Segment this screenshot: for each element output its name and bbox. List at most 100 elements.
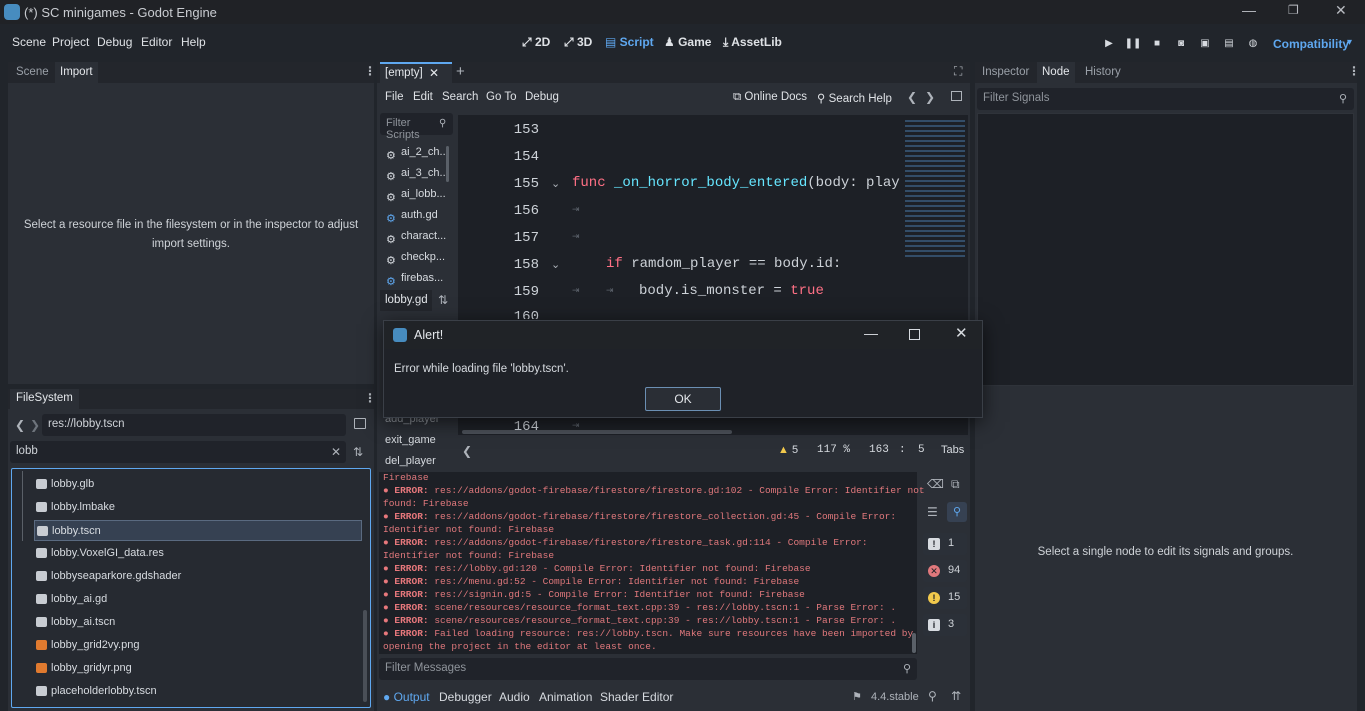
code-minimap[interactable] (905, 120, 965, 260)
script-menu-edit[interactable]: Edit (413, 91, 433, 103)
split-mode-icon[interactable] (354, 418, 366, 429)
file-list-scrollbar[interactable] (363, 610, 367, 702)
bottom-tab-output[interactable]: ● Output (383, 690, 430, 704)
filter-info-toggle[interactable]: ! 1 (923, 533, 967, 555)
bottom-tab-debugger[interactable]: Debugger (439, 690, 492, 704)
script-list-item[interactable]: ⚙ firebas... (383, 268, 449, 289)
back-icon[interactable]: ❮ (15, 418, 25, 432)
expand-panel-icon[interactable]: ⇈ (951, 689, 961, 703)
menu-debug[interactable]: Debug (97, 35, 132, 49)
ok-button[interactable]: OK (645, 387, 721, 411)
file-item[interactable]: lobby.VoxelGI_data.res (34, 543, 362, 564)
file-item[interactable]: lobbyseaparkore.gdshader (34, 566, 362, 587)
pin-icon[interactable]: ⚲ (928, 689, 937, 703)
fullscreen-icon[interactable]: ⛶ (954, 64, 962, 79)
dialog-minimize-icon[interactable]: — (864, 325, 878, 341)
file-item[interactable]: lobby_grid2vy.png (34, 635, 362, 656)
clear-output-icon[interactable]: ⌫ (927, 477, 944, 491)
code-hscrollbar[interactable] (462, 430, 732, 434)
add-tab-icon[interactable]: + (456, 63, 465, 80)
indent-mode[interactable]: Tabs (941, 444, 964, 456)
script-tab[interactable]: [empty] ✕ (380, 62, 452, 83)
clear-filter-icon[interactable]: ✕ (331, 445, 341, 459)
history-back-icon[interactable]: ❮ (907, 90, 917, 104)
history-forward-icon[interactable]: ❯ (925, 90, 935, 104)
workspace-3d[interactable]: ⤢ 3D (564, 35, 592, 50)
close-tab-icon[interactable]: ✕ (429, 66, 439, 80)
path-field[interactable]: res://lobby.tscn (42, 414, 346, 436)
minimize-button[interactable]: — (1242, 2, 1256, 18)
script-list-item[interactable]: ⚙ ai_lobb... (383, 184, 449, 205)
tab-inspector[interactable]: Inspector (982, 66, 1029, 78)
sort-methods-icon[interactable]: ⇅ (438, 293, 448, 307)
dialog-maximize-icon[interactable] (909, 329, 920, 340)
file-item[interactable]: lobby_ai.gd (34, 589, 362, 610)
method-exit-game[interactable]: exit_game (385, 434, 436, 446)
script-menu-debug[interactable]: Debug (525, 91, 559, 103)
movie-maker-icon[interactable]: ◍ (1244, 36, 1262, 52)
workspace-2d[interactable]: ⤢ 2D (522, 35, 550, 50)
tab-import[interactable]: Import (55, 62, 98, 83)
fold-chevron-icon[interactable]: ⌄ (551, 258, 560, 271)
online-docs-button[interactable]: ⧉ Online Docs (733, 91, 807, 104)
search-output-icon[interactable]: ⚲ (947, 502, 967, 522)
script-list-item[interactable]: ⚙ checkp... (383, 247, 449, 268)
node-dock-menu-icon[interactable]: ⋮ (1348, 64, 1360, 78)
bottom-tab-audio[interactable]: Audio (499, 690, 530, 704)
remote-debug-icon[interactable]: ◙ (1172, 36, 1190, 52)
file-item[interactable]: lobby_gridyr.png (34, 658, 362, 679)
filesystem-menu-icon[interactable]: ⋮ (364, 391, 376, 405)
play-custom-icon[interactable]: ▤ (1220, 36, 1238, 52)
filter-warnings-toggle[interactable]: ! 15 (923, 587, 967, 609)
menu-help[interactable]: Help (181, 35, 206, 49)
workspace-game[interactable]: ♟ Game (664, 35, 711, 49)
script-menu-goto[interactable]: Go To (486, 91, 516, 103)
collapse-list-icon[interactable]: ❮ (462, 444, 472, 458)
warning-icon[interactable]: ▲ (778, 444, 789, 456)
fold-chevron-icon[interactable]: ⌄ (551, 177, 560, 190)
collapse-output-icon[interactable]: ☰ (927, 505, 938, 519)
filter-messages-input[interactable]: Filter Messages (379, 658, 917, 680)
tab-scene[interactable]: Scene (16, 66, 49, 78)
file-item[interactable]: lobby.tscn (34, 520, 362, 541)
sort-icon[interactable]: ⇅ (353, 445, 363, 459)
script-list-item[interactable]: ⚙ ai_3_ch... (383, 163, 449, 184)
menu-editor[interactable]: Editor (141, 35, 172, 49)
script-menu-search[interactable]: Search (442, 91, 478, 103)
file-item[interactable]: lobby.lmbake (34, 497, 362, 518)
output-scrollbar[interactable] (912, 633, 916, 653)
forward-icon[interactable]: ❯ (30, 418, 40, 432)
file-item[interactable]: lobby_ai.tscn (34, 612, 362, 633)
filter-errors-toggle[interactable]: ✕ 94 (923, 560, 967, 582)
workspace-assetlib[interactable]: ⤓ AssetLib (723, 35, 782, 50)
dock-menu-icon[interactable]: ⋮ (364, 64, 376, 78)
toggle-panel-icon[interactable] (951, 91, 962, 101)
filter-messages-toggle[interactable]: i3 (923, 614, 967, 636)
stop-icon[interactable]: ■ (1148, 36, 1166, 52)
tab-history[interactable]: History (1085, 66, 1121, 78)
play-scene-icon[interactable]: ▣ (1196, 36, 1214, 52)
menu-scene[interactable]: Scene (12, 35, 46, 49)
script-list-item[interactable]: ⚙ charact... (383, 226, 449, 247)
bottom-tab-shader-editor[interactable]: Shader Editor (600, 690, 673, 704)
close-button[interactable]: ✕ (1335, 2, 1347, 19)
script-list-scrollbar[interactable] (446, 146, 449, 182)
script-list-item[interactable]: ⚙ ai_2_ch... (383, 142, 449, 163)
pause-icon[interactable]: ❚❚ (1124, 36, 1142, 52)
search-help-button[interactable]: ⚲ Search Help (817, 91, 892, 105)
file-item[interactable]: placeholderlobby.tscn (34, 681, 362, 702)
copy-output-icon[interactable]: ⧉ (951, 477, 960, 492)
play-icon[interactable]: ▶ (1100, 36, 1118, 52)
method-del-player[interactable]: del_player (385, 455, 436, 467)
file-item[interactable]: lobby.glb (34, 474, 362, 495)
tab-node[interactable]: Node (1037, 62, 1075, 83)
script-menu-file[interactable]: File (385, 91, 404, 103)
tab-filesystem[interactable]: FileSystem (10, 389, 79, 409)
renderer-select[interactable]: Compatibility (1273, 37, 1349, 51)
script-list-item[interactable]: ⚙ auth.gd (383, 205, 449, 226)
workspace-script[interactable]: ▤ Script (605, 35, 654, 49)
dialog-close-icon[interactable]: ✕ (955, 324, 968, 342)
filesystem-filter-input[interactable]: lobb (10, 441, 346, 463)
menu-project[interactable]: Project (52, 35, 89, 49)
maximize-button[interactable]: ❐ (1288, 3, 1299, 17)
